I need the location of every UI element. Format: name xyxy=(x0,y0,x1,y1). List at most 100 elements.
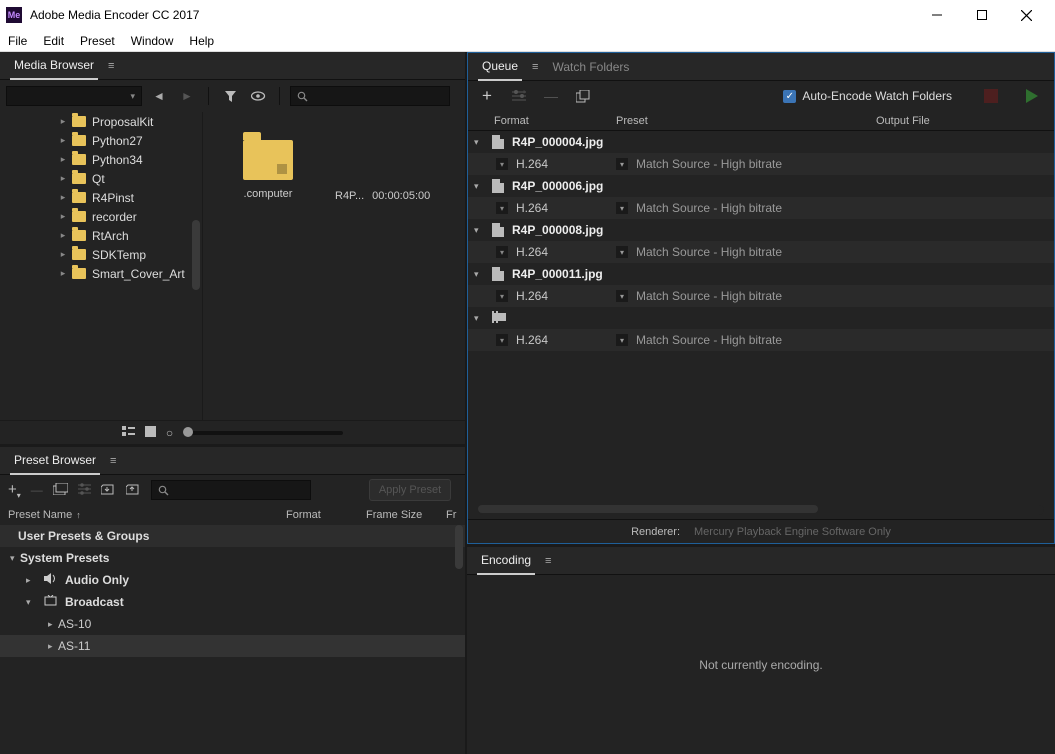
folder-label: SDKTemp xyxy=(92,248,146,262)
preset-dropdown-icon[interactable]: ▾ xyxy=(616,246,628,258)
slider-knob[interactable] xyxy=(183,427,193,437)
ingest-icon[interactable] xyxy=(247,86,269,106)
folder-label: ProposalKit xyxy=(92,115,153,129)
queue-source-0[interactable]: ▾R4P_000004.jpg xyxy=(468,131,1054,153)
queue-source-3[interactable]: ▾R4P_000011.jpg xyxy=(468,263,1054,285)
preset-scrollbar[interactable] xyxy=(451,525,465,754)
delete-preset-icon[interactable]: — xyxy=(31,483,43,497)
start-queue-button[interactable] xyxy=(1026,89,1038,103)
queue-h-scrollbar[interactable] xyxy=(478,505,1044,515)
filter-icon[interactable] xyxy=(219,86,241,106)
folder-qt[interactable]: ▸Qt xyxy=(0,169,202,188)
path-dropdown[interactable]: ▾ xyxy=(6,86,142,106)
preset-value: Match Source - High bitrate xyxy=(636,289,782,303)
format-dropdown-icon[interactable]: ▾ xyxy=(496,158,508,170)
list-view-icon[interactable] xyxy=(122,426,135,440)
format-dropdown-icon[interactable]: ▾ xyxy=(496,334,508,346)
new-preset-icon[interactable]: +▾ xyxy=(8,481,21,500)
audio-only-row[interactable]: ▸ Audio Only xyxy=(0,569,465,591)
thumbnail-zoom-slider[interactable] xyxy=(183,431,343,435)
add-source-icon[interactable]: + xyxy=(478,87,496,105)
clip-thumb-r4p[interactable]: R4P... 00:00:05:00 xyxy=(335,130,455,202)
user-presets-header[interactable]: User Presets & Groups xyxy=(0,525,465,547)
nav-back-icon[interactable]: ◄ xyxy=(148,86,170,106)
folder-thumb-computer[interactable]: .computer xyxy=(213,130,323,200)
close-button[interactable] xyxy=(1004,1,1049,29)
preset-as11-row[interactable]: ▸ AS-11 xyxy=(0,635,465,657)
format-dropdown-icon[interactable]: ▾ xyxy=(496,290,508,302)
col-fr[interactable]: Fr xyxy=(446,509,456,521)
tree-scroll-thumb[interactable] xyxy=(192,220,200,290)
auto-encode-toggle[interactable]: ✓ Auto-Encode Watch Folders xyxy=(783,89,952,103)
preset-dropdown-icon[interactable]: ▾ xyxy=(616,202,628,214)
preset-dropdown-icon[interactable]: ▾ xyxy=(616,334,628,346)
format-dropdown-icon[interactable]: ▾ xyxy=(496,202,508,214)
stop-queue-button[interactable] xyxy=(984,89,998,103)
thumb-view-icon[interactable] xyxy=(145,426,156,440)
panel-menu-icon[interactable]: ≡ xyxy=(108,60,114,72)
panel-menu-icon[interactable]: ≡ xyxy=(545,555,551,567)
duplicate-icon[interactable] xyxy=(574,87,592,105)
chevron-right-icon: ▸ xyxy=(58,268,68,279)
queue-output-2[interactable]: ▾H.264▾Match Source - High bitrate xyxy=(468,241,1054,263)
queue-source-4[interactable]: ▾ xyxy=(468,307,1054,329)
menu-help[interactable]: Help xyxy=(189,34,214,48)
renderer-dropdown[interactable]: Mercury Playback Engine Software Only xyxy=(694,526,891,538)
folder-r4pinst[interactable]: ▸R4Pinst xyxy=(0,188,202,207)
queue-source-2[interactable]: ▾R4P_000008.jpg xyxy=(468,219,1054,241)
folder-smart_cover_art[interactable]: ▸Smart_Cover_Art xyxy=(0,264,202,283)
folder-rtarch[interactable]: ▸RtArch xyxy=(0,226,202,245)
preset-browser-tab[interactable]: Preset Browser xyxy=(10,447,100,475)
media-search-input[interactable] xyxy=(290,86,450,106)
preset-dropdown-icon[interactable]: ▾ xyxy=(616,158,628,170)
panel-menu-icon[interactable]: ≡ xyxy=(110,455,116,467)
folder-python27[interactable]: ▸Python27 xyxy=(0,131,202,150)
folder-python34[interactable]: ▸Python34 xyxy=(0,150,202,169)
folder-recorder[interactable]: ▸recorder xyxy=(0,207,202,226)
encoding-tab[interactable]: Encoding xyxy=(477,547,535,575)
queue-source-1[interactable]: ▾R4P_000006.jpg xyxy=(468,175,1054,197)
preset-dropdown-icon[interactable]: ▾ xyxy=(616,290,628,302)
folder-proposalkit[interactable]: ▸ProposalKit xyxy=(0,112,202,131)
queue-output-3[interactable]: ▾H.264▾Match Source - High bitrate xyxy=(468,285,1054,307)
minimize-button[interactable] xyxy=(914,1,959,29)
panel-menu-icon[interactable]: ≡ xyxy=(532,61,538,73)
folder-icon xyxy=(72,135,86,146)
preset-settings-icon[interactable] xyxy=(78,483,91,498)
queue-output-4[interactable]: ▾H.264▾Match Source - High bitrate xyxy=(468,329,1054,351)
preset-search-input[interactable] xyxy=(151,480,311,500)
menu-preset[interactable]: Preset xyxy=(80,34,115,48)
format-dropdown-icon[interactable]: ▾ xyxy=(496,246,508,258)
col-format[interactable]: Format xyxy=(286,509,362,521)
broadcast-row[interactable]: ▾ Broadcast xyxy=(0,591,465,613)
queue-output-0[interactable]: ▾H.264▾Match Source - High bitrate xyxy=(468,153,1054,175)
tab-queue[interactable]: Queue xyxy=(478,53,522,81)
new-group-icon[interactable] xyxy=(53,483,68,498)
menu-edit[interactable]: Edit xyxy=(43,34,64,48)
tree-scrollbar[interactable] xyxy=(188,112,202,420)
col-output[interactable]: Output File xyxy=(876,115,1040,127)
separator xyxy=(279,87,280,105)
queue-output-1[interactable]: ▾H.264▾Match Source - High bitrate xyxy=(468,197,1054,219)
menu-window[interactable]: Window xyxy=(131,34,174,48)
tab-watch-folders[interactable]: Watch Folders xyxy=(548,54,633,80)
queue-h-scroll-thumb[interactable] xyxy=(478,505,818,513)
import-preset-icon[interactable] xyxy=(101,483,116,498)
col-format[interactable]: Format xyxy=(482,115,616,127)
remove-icon[interactable]: — xyxy=(542,87,560,105)
media-browser-tab[interactable]: Media Browser xyxy=(10,52,98,80)
menu-file[interactable]: File xyxy=(8,34,27,48)
col-framesize[interactable]: Frame Size xyxy=(366,509,442,521)
apply-preset-button[interactable]: Apply Preset xyxy=(369,479,451,501)
maximize-button[interactable] xyxy=(959,1,1004,29)
col-preset[interactable]: Preset xyxy=(616,115,876,127)
preset-as10-row[interactable]: ▸ AS-10 xyxy=(0,613,465,635)
nav-forward-icon[interactable]: ► xyxy=(176,86,198,106)
folder-sdktemp[interactable]: ▸SDKTemp xyxy=(0,245,202,264)
export-preset-icon[interactable] xyxy=(126,483,141,498)
preset-scroll-thumb[interactable] xyxy=(455,525,463,569)
add-output-icon[interactable]: + xyxy=(510,87,528,105)
col-preset-name[interactable]: Preset Name xyxy=(8,509,72,521)
system-presets-row[interactable]: ▾ System Presets xyxy=(0,547,465,569)
folder-icon xyxy=(72,249,86,260)
